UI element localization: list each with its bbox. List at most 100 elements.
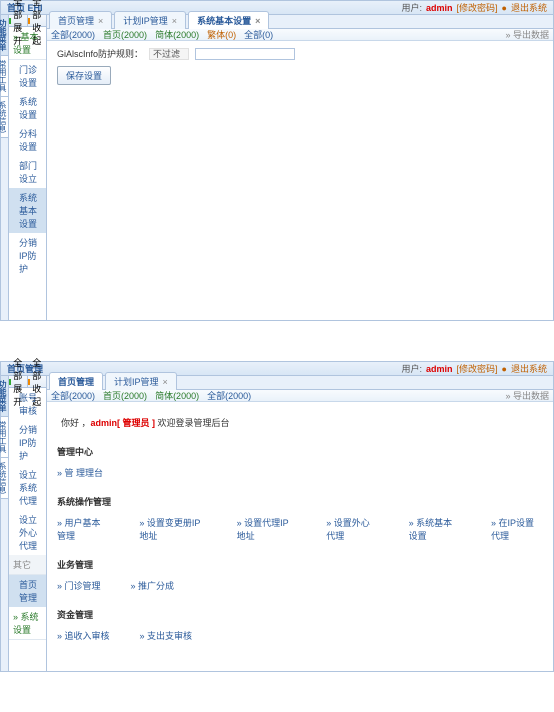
dash-link[interactable]: » 追收入审核 bbox=[57, 629, 110, 642]
content-tabs: 首页管理 计划IP管理× bbox=[47, 376, 553, 390]
link-row: » 用户基本管理 » 设置变更册IP地址 » 设置代理IP地址 » 设置外心代理… bbox=[57, 512, 543, 550]
tab-settings[interactable]: 系统基本设置× bbox=[188, 11, 269, 29]
minus-icon bbox=[28, 18, 30, 24]
filter-all[interactable]: 全部(2000) bbox=[51, 389, 95, 402]
save-button[interactable]: 保存设置 bbox=[57, 66, 111, 85]
tab-ip[interactable]: 计划IP管理× bbox=[114, 11, 186, 29]
vtab-tools[interactable]: 常用工具 bbox=[1, 417, 8, 458]
sidebar: 功能菜单 常用工具 系统信息 全部展开 全部收起 账号审核 分销IP防护 设立系… bbox=[1, 376, 47, 671]
logout-icon: ● bbox=[502, 3, 507, 13]
dash-link[interactable]: » 用户基本管理 bbox=[57, 516, 109, 542]
nav-menu: 全部展开 全部收起 » 基本设置 门诊设置 系统设置 分科设置 部门设立 系统基… bbox=[9, 15, 47, 320]
form-label: GiAlscInfo防护规则： bbox=[57, 47, 143, 60]
menu-toolbar: 全部展开 全部收起 bbox=[9, 376, 46, 388]
filter-simp[interactable]: 简体(2000) bbox=[155, 389, 199, 402]
main-area: 首页管理× 计划IP管理× 系统基本设置× 全部(2000) 首页(2000) … bbox=[47, 15, 553, 320]
filter-toolbar: 全部(2000) 首页(2000) 简体(2000) 繁体(0) 全部(0) »… bbox=[47, 29, 553, 41]
vtab-sysinfo[interactable]: 系统信息 bbox=[1, 97, 8, 138]
expand-all-button[interactable]: 全部展开 bbox=[9, 15, 28, 26]
plus-icon bbox=[9, 379, 11, 385]
header-right: 用户: admin [修改密码] ● 退出系统 bbox=[402, 362, 548, 375]
menu-item-selected[interactable]: 系统基本设置 bbox=[9, 188, 46, 233]
nav-menu: 全部展开 全部收起 账号审核 分销IP防护 设立系统代理 设立外心代理 其它 首… bbox=[9, 376, 47, 671]
dashboard-content: 你好 ，admin[ 管理员 ] 欢迎登录管理后台 管理中心 » 管 理理台 系… bbox=[47, 402, 553, 671]
admin-panel-settings: 首页 EHI 用户: admin [修改密码] ● 退出系统 功能菜单 常用工具… bbox=[0, 0, 554, 321]
vtab-tools[interactable]: 常用工具 bbox=[1, 56, 8, 97]
vtab-menu[interactable]: 功能菜单 bbox=[1, 376, 8, 417]
current-user: admin bbox=[426, 364, 453, 374]
section-title: 管理中心 bbox=[57, 445, 543, 458]
menu-category[interactable]: » 系统设置 bbox=[9, 607, 46, 640]
modify-password-link[interactable]: [修改密码] bbox=[457, 1, 498, 14]
menu-toolbar: 全部展开 全部收起 bbox=[9, 15, 46, 27]
current-user: admin bbox=[426, 3, 453, 13]
menu-category[interactable]: 其它 bbox=[9, 555, 46, 575]
welcome-user: admin[ 管理员 ] bbox=[91, 418, 156, 428]
close-icon[interactable]: × bbox=[172, 16, 177, 26]
filter-all[interactable]: 全部(2000) bbox=[51, 28, 95, 41]
menu-item[interactable]: 系统设置 bbox=[9, 92, 46, 124]
menu-item[interactable]: 设立外心代理 bbox=[9, 510, 46, 555]
logout-link[interactable]: 退出系统 bbox=[511, 1, 547, 14]
collapse-all-button[interactable]: 全部收起 bbox=[28, 376, 46, 387]
vtab-sysinfo[interactable]: 系统信息 bbox=[1, 458, 8, 499]
dash-link[interactable]: » 设置外心代理 bbox=[326, 516, 378, 542]
admin-panel-home: 首页管理 用户: admin [修改密码] ● 退出系统 功能菜单 常用工具 系… bbox=[0, 361, 554, 672]
section-title: 系统操作管理 bbox=[57, 495, 543, 508]
user-label: 用户: bbox=[402, 1, 423, 14]
section-title: 业务管理 bbox=[57, 558, 543, 571]
dash-link[interactable]: » 管 理理台 bbox=[57, 466, 103, 479]
settings-form: GiAlscInfo防护规则： 不过滤 保存设置 bbox=[47, 41, 553, 320]
logout-icon: ● bbox=[502, 364, 507, 374]
close-icon[interactable]: × bbox=[255, 16, 260, 26]
menu-item[interactable]: 分销IP防护 bbox=[9, 233, 46, 278]
menu-item[interactable]: 分销IP防护 bbox=[9, 420, 46, 465]
modify-password-link[interactable]: [修改密码] bbox=[457, 362, 498, 375]
dash-link[interactable]: » 在IP设置代理 bbox=[491, 516, 543, 542]
export-link[interactable]: » 导出数据 bbox=[505, 28, 549, 41]
filter-simp[interactable]: 简体(2000) bbox=[155, 28, 199, 41]
filter-toolbar: 全部(2000) 首页(2000) 简体(2000) 全部(2000) » 导出… bbox=[47, 390, 553, 402]
tab-ip[interactable]: 计划IP管理× bbox=[105, 372, 177, 390]
filter-all2[interactable]: 全部(0) bbox=[244, 28, 273, 41]
minus-icon bbox=[28, 379, 30, 385]
menu-item[interactable]: 设立系统代理 bbox=[9, 465, 46, 510]
content-tabs: 首页管理× 计划IP管理× 系统基本设置× bbox=[47, 15, 553, 29]
header-right: 用户: admin [修改密码] ● 退出系统 bbox=[402, 1, 548, 14]
dash-link[interactable]: » 支出支审核 bbox=[140, 629, 193, 642]
link-row: » 门诊管理 » 推广分成 bbox=[57, 575, 543, 600]
dash-link[interactable]: » 设置代理IP地址 bbox=[237, 516, 297, 542]
menu-item[interactable]: 门诊设置 bbox=[9, 60, 46, 92]
dash-link[interactable]: » 门诊管理 bbox=[57, 579, 101, 592]
close-icon[interactable]: × bbox=[98, 16, 103, 26]
sidebar: 功能菜单 常用工具 系统信息 全部展开 全部收起 » 基本设置 门诊设置 系统设… bbox=[1, 15, 47, 320]
menu-item-selected[interactable]: 首页管理 bbox=[9, 575, 46, 607]
tab-home[interactable]: 首页管理× bbox=[49, 11, 112, 29]
collapse-all-button[interactable]: 全部收起 bbox=[28, 15, 46, 26]
link-row: » 追收入审核 » 支出支审核 bbox=[57, 625, 543, 650]
menu-item[interactable]: 部门设立 bbox=[9, 156, 46, 188]
filter-trad[interactable]: 繁体(0) bbox=[207, 28, 236, 41]
menu-item[interactable]: 分科设置 bbox=[9, 124, 46, 156]
plus-icon bbox=[9, 18, 11, 24]
user-label: 用户: bbox=[402, 362, 423, 375]
export-link[interactable]: » 导出数据 bbox=[505, 389, 549, 402]
side-vertical-tabs: 功能菜单 常用工具 系统信息 bbox=[1, 376, 9, 671]
welcome-message: 你好 ，admin[ 管理员 ] 欢迎登录管理后台 bbox=[57, 408, 543, 437]
section-title: 资金管理 bbox=[57, 608, 543, 621]
dash-link[interactable]: » 系统基本设置 bbox=[409, 516, 461, 542]
tab-home[interactable]: 首页管理 bbox=[49, 372, 103, 390]
main-area: 首页管理 计划IP管理× 全部(2000) 首页(2000) 简体(2000) … bbox=[47, 376, 553, 671]
dash-link[interactable]: » 推广分成 bbox=[131, 579, 175, 592]
filter-home[interactable]: 首页(2000) bbox=[103, 28, 147, 41]
filter-home[interactable]: 首页(2000) bbox=[103, 389, 147, 402]
rule-input[interactable] bbox=[195, 48, 295, 60]
vtab-menu[interactable]: 功能菜单 bbox=[1, 15, 8, 56]
close-icon[interactable]: × bbox=[163, 377, 168, 387]
side-vertical-tabs: 功能菜单 常用工具 系统信息 bbox=[1, 15, 9, 320]
filter-all2[interactable]: 全部(2000) bbox=[207, 389, 251, 402]
link-row: » 管 理理台 bbox=[57, 462, 543, 487]
logout-link[interactable]: 退出系统 bbox=[511, 362, 547, 375]
expand-all-button[interactable]: 全部展开 bbox=[9, 376, 28, 387]
dash-link[interactable]: » 设置变更册IP地址 bbox=[139, 516, 206, 542]
